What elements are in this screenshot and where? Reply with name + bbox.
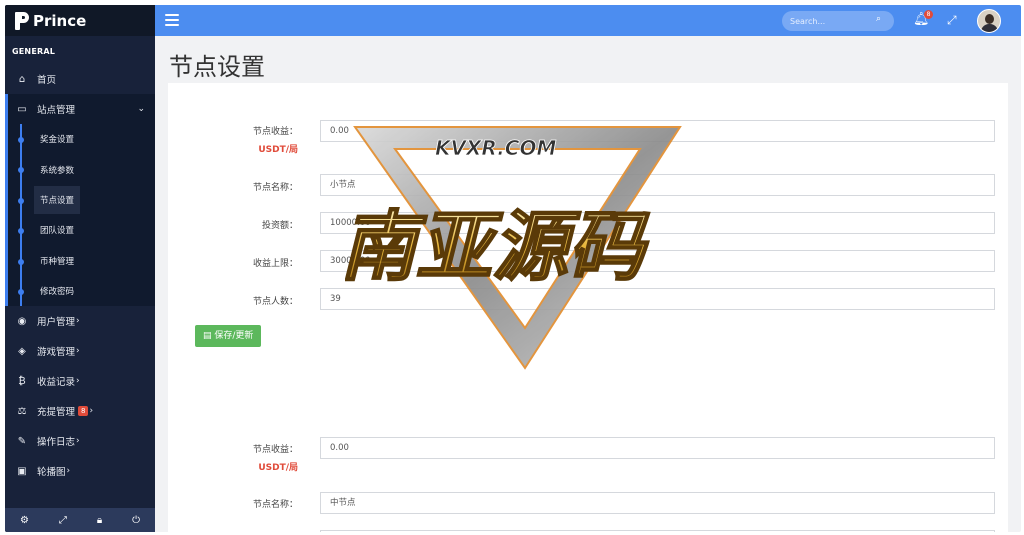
field-label-count: 节点人数： <box>252 297 298 307</box>
field-label-name: 节点名称： <box>252 183 298 193</box>
brand[interactable]: Prince <box>5 5 155 36</box>
sidebar-subitem-team[interactable]: 团队设置 <box>8 215 155 246</box>
sidebar-subitem-password[interactable]: 修改密码 <box>8 275 155 307</box>
sidebar-subitem-label: 币种管理 <box>40 256 75 267</box>
save-button-label: 保存/更新 <box>214 331 254 341</box>
app-window: Prince GENERAL ⌂ 首页 ▭ 站点管理 ⌄ 奖金设置 系统参数 节… <box>5 5 1021 532</box>
sidebar-footer: ⚙ ⤢ 🔒︎ ⏻ <box>5 508 155 532</box>
search-icon[interactable]: ⌕ <box>876 14 881 24</box>
user-circle-icon: ◉ <box>17 315 27 327</box>
sidebar-item-label: 操作日志 <box>37 437 76 449</box>
node-name-field[interactable]: 小节点 <box>320 174 995 196</box>
label-text: 节点收益： <box>252 127 298 137</box>
node-name-field-2[interactable]: 中节点 <box>320 492 995 514</box>
field-label-invest: 投资额： <box>261 221 298 231</box>
chevron-right-icon: › <box>76 346 80 357</box>
income-limit-field[interactable]: 30000.00 <box>320 250 995 272</box>
home-icon: ⌂ <box>18 73 26 85</box>
unit-label: USDT/局 <box>258 145 298 155</box>
bullet-icon <box>18 288 24 295</box>
sidebar-item-games[interactable]: ◈ 游戏管理 › <box>5 336 155 366</box>
topbar: ⌕ 🔔︎ 8 ⤢ <box>155 5 1021 36</box>
sidebar-subitem-currency[interactable]: 币种管理 <box>8 245 155 277</box>
income-field-2[interactable]: 0.00 <box>320 437 995 459</box>
sidebar-item-carousel[interactable]: ▣ 轮播图 › <box>5 456 155 486</box>
page-title: 节点设置 <box>169 53 265 81</box>
balance-scale-icon: ⚖ <box>17 405 27 417</box>
sidebar-item-site[interactable]: ▭ 站点管理 ⌄ <box>8 94 155 124</box>
chevron-right-icon: › <box>76 376 80 387</box>
brand-logo-icon <box>15 11 29 30</box>
sidebar-item-label: 充提管理 <box>37 407 76 419</box>
chevron-right-icon: › <box>76 436 80 447</box>
save-button[interactable]: ▤ 保存/更新 <box>195 325 262 347</box>
chevron-right-icon: › <box>76 316 80 327</box>
field-label-limit: 收益上限： <box>252 259 298 269</box>
fullscreen-icon[interactable]: ⤢ <box>59 515 67 526</box>
sidebar-item-label: 收益记录 <box>37 377 76 389</box>
avatar[interactable] <box>977 9 1001 33</box>
sidebar-subitem-label: 系统参数 <box>40 165 75 176</box>
bullet-icon <box>18 167 24 174</box>
income-field[interactable]: 0.00 <box>320 120 995 142</box>
chevron-right-icon: › <box>89 406 94 417</box>
power-icon[interactable]: ⏻ <box>132 515 140 526</box>
count-badge: 8 <box>78 406 89 417</box>
bullet-icon <box>18 258 24 265</box>
menu-toggle-icon[interactable] <box>165 14 179 26</box>
node-count-field[interactable]: 39 <box>320 288 995 310</box>
sidebar-group-site: ▭ 站点管理 ⌄ 奖金设置 系统参数 节点设置 团队设置 币种管理 修改密码 <box>5 94 155 307</box>
sidebar-item-logs[interactable]: ✎ 操作日志 › <box>5 426 155 456</box>
bullet-icon <box>18 228 24 235</box>
sidebar-subitem-label: 团队设置 <box>40 226 75 237</box>
bullet-icon <box>18 197 24 204</box>
bitcoin-icon: ₿ <box>18 375 26 387</box>
gear-icon[interactable]: ⚙ <box>20 515 29 526</box>
field-label-name-2: 节点名称： <box>252 500 298 510</box>
investment-field[interactable]: 10000.00 <box>320 212 995 234</box>
sidebar-item-deposit[interactable]: ⚖ 充提管理 8 › <box>5 396 155 426</box>
desktop-icon: ▭ <box>17 103 27 115</box>
lock-icon[interactable]: 🔒︎ <box>97 515 102 526</box>
bullet-icon <box>18 137 24 143</box>
cube-icon: ◈ <box>18 345 26 357</box>
field-label-income: 节点收益： USDT/局 <box>168 124 298 155</box>
sidebar-item-label: 游戏管理 <box>37 347 76 359</box>
fullscreen-icon[interactable]: ⤢ <box>947 13 957 28</box>
edit-icon: ✎ <box>17 435 27 447</box>
unit-label: USDT/局 <box>258 463 298 473</box>
node-settings-panel: 节点收益： USDT/局 0.00 节点名称： 小节点 投资额： 10000.0… <box>168 83 1008 532</box>
sidebar-subitem-label: 奖金设置 <box>40 135 75 146</box>
sidebar-subitem-params[interactable]: 系统参数 <box>8 154 155 186</box>
sidebar-subitem-label: 修改密码 <box>40 287 75 298</box>
sidebar-subitem-node[interactable]: 节点设置 <box>8 184 155 216</box>
sidebar-item-label: 站点管理 <box>37 105 76 116</box>
sidebar-subitem-bonus[interactable]: 奖金设置 <box>8 124 155 155</box>
save-icon: ▤ <box>203 331 212 341</box>
label-text: 节点收益： <box>252 445 298 455</box>
chevron-down-icon: ⌄ <box>137 104 145 114</box>
nav-section-label: GENERAL <box>12 47 56 56</box>
sidebar-item-users[interactable]: ◉ 用户管理 › <box>5 306 155 336</box>
field-label-income-2: 节点收益： USDT/局 <box>168 442 298 473</box>
sidebar-item-home[interactable]: ⌂ 首页 <box>5 64 155 94</box>
chevron-right-icon: › <box>66 466 71 477</box>
sidebar: Prince GENERAL ⌂ 首页 ▭ 站点管理 ⌄ 奖金设置 系统参数 节… <box>5 5 155 532</box>
brand-name: Prince <box>33 11 87 30</box>
sidebar-item-label: 轮播图 <box>37 467 66 479</box>
sidebar-item-label: 用户管理 <box>37 317 76 329</box>
image-icon: ▣ <box>17 465 27 477</box>
investment-field-2[interactable] <box>320 530 995 532</box>
notification-badge: 8 <box>924 10 933 19</box>
sidebar-item-income[interactable]: ₿ 收益记录 › <box>5 366 155 396</box>
sidebar-item-label: 首页 <box>37 75 57 86</box>
sidebar-subitem-label: 节点设置 <box>34 185 81 214</box>
